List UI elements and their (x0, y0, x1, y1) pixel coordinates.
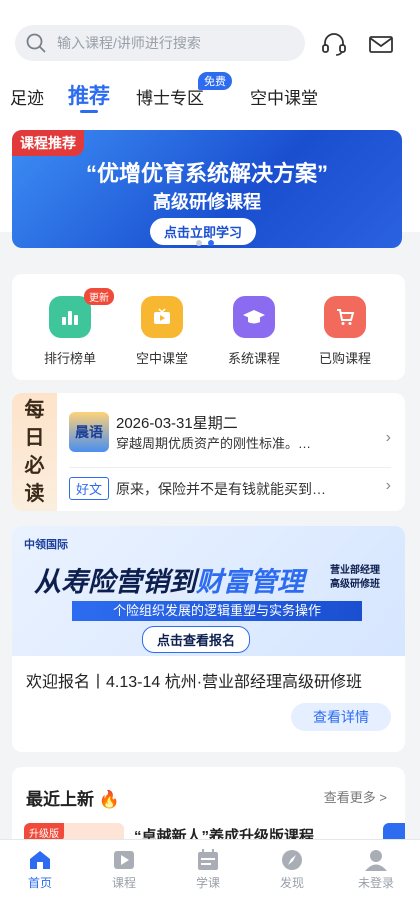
play-icon (111, 848, 137, 872)
divider (69, 467, 391, 468)
banner-subtitle: 高级研修课程 (153, 192, 261, 212)
nav-label: 学课 (195, 876, 220, 890)
daily-char: 读 (24, 483, 45, 505)
pagination-dot[interactable] (196, 240, 202, 246)
promo-banner[interactable]: 中领国际 从寿险营销到财富管理 营业部经理 高级研修班 个险组织发展的逻辑重塑与… (12, 526, 405, 656)
nav-label: 首页 (27, 876, 52, 890)
fire-icon: 🔥 (98, 790, 120, 809)
calendar-icon (195, 848, 221, 872)
course-banner[interactable]: 课程推荐 “优增优育系统解决方案” 高级研修课程 点击立即学习 (12, 130, 402, 248)
promo-strip: 个险组织发展的逻辑重塑与实务操作 (72, 601, 362, 621)
promo-card: 中领国际 从寿险营销到财富管理 营业部经理 高级研修班 个险组织发展的逻辑重塑与… (12, 526, 405, 752)
tab-recommended[interactable]: 推荐 (68, 80, 110, 110)
daily-char: 每 (24, 399, 45, 421)
daily-char: 必 (24, 455, 45, 477)
nav-login[interactable]: 未登录 (346, 848, 406, 891)
chevron-right-icon[interactable]: › (386, 477, 391, 495)
promo-description[interactable]: 欢迎报名丨4.13-14 杭州·营业部经理高级研修班 (26, 668, 362, 692)
promo-title-part1: 从寿险营销到 (34, 567, 196, 597)
nav-discover[interactable]: 发现 (262, 848, 322, 891)
mail-icon[interactable] (367, 30, 395, 58)
section-title: 最近上新 🔥 (26, 785, 120, 810)
quick-item-purchased[interactable]: 已购课程 (310, 296, 380, 367)
quick-item-air-classroom[interactable]: 空中课堂 (127, 296, 197, 367)
chevron-right-icon[interactable]: › (386, 429, 391, 447)
user-icon (363, 848, 389, 872)
nav-home[interactable]: 首页 (10, 848, 70, 891)
compass-icon (279, 848, 305, 872)
daily-summary[interactable]: 穿越周期优质资产的刚性标准。… (116, 433, 346, 452)
banner-tag: 课程推荐 (12, 130, 84, 156)
promo-title-highlight: 财富管理 (196, 567, 304, 597)
search-placeholder: 输入课程/讲师进行搜索 (57, 35, 201, 51)
cart-icon (324, 296, 366, 338)
bar-chart-icon (49, 296, 91, 338)
promo-side-line: 营业部经理 (330, 565, 380, 576)
morning-words-logo: 晨语 (69, 412, 109, 452)
home-icon (27, 848, 53, 872)
quick-item-system-course[interactable]: 系统课程 (219, 296, 289, 367)
pagination-dot-active[interactable] (208, 240, 214, 246)
quick-label: 系统课程 (227, 351, 280, 366)
tab-footprint[interactable]: 足迹 (10, 84, 44, 109)
update-badge: 更新 (84, 288, 114, 305)
view-more-link[interactable]: 查看更多 > (324, 787, 387, 806)
graduation-cap-icon (233, 296, 275, 338)
tab-doctor-zone[interactable]: 博士专区 (136, 84, 204, 109)
daily-date[interactable]: 2026-03-31星期二 (116, 412, 238, 433)
bottom-navigation: 首页 课程 学课 发现 未登录 (0, 839, 420, 897)
tab-air-classroom[interactable]: 空中课堂 (250, 84, 318, 109)
nav-courses[interactable]: 课程 (94, 848, 154, 891)
headset-icon[interactable] (320, 30, 348, 58)
active-tab-indicator (80, 110, 98, 113)
daily-reading-card: 每 日 必 读 晨语 2026-03-31星期二 穿越周期优质资产的刚性标准。…… (12, 393, 405, 511)
nav-label: 发现 (279, 876, 304, 890)
view-details-button[interactable]: 查看详情 (291, 703, 391, 731)
daily-char: 日 (24, 427, 45, 449)
daily-reading-label: 每 日 必 读 (12, 393, 57, 511)
quick-access-panel: 排行榜单 更新 空中课堂 系统课程 已购课程 (12, 274, 405, 380)
nav-label: 课程 (111, 876, 136, 890)
quick-item-ranking[interactable]: 排行榜单 (35, 296, 105, 367)
good-article-text[interactable]: 原来，保险并不是有钱就能买到… (116, 479, 356, 499)
nav-label: 未登录 (357, 876, 394, 890)
quick-label: 已购课程 (318, 351, 371, 366)
promo-brand: 中领国际 (24, 539, 68, 551)
banner-title: “优增优育系统解决方案” (85, 161, 328, 186)
good-article-badge: 好文 (69, 477, 110, 500)
promo-side-label: 营业部经理 高级研修班 (330, 564, 380, 592)
promo-title: 从寿险营销到财富管理 (34, 560, 304, 599)
quick-label: 排行榜单 (43, 351, 96, 366)
search-bar[interactable]: 输入课程/讲师进行搜索 (15, 25, 305, 61)
tv-icon (141, 296, 183, 338)
free-badge: 免费 (198, 72, 232, 90)
promo-cta-button[interactable]: 点击查看报名 (142, 626, 251, 653)
quick-label: 空中课堂 (135, 351, 188, 366)
nav-study[interactable]: 学课 (178, 848, 238, 891)
section-title-text: 最近上新 (26, 790, 94, 809)
banner-pagination (196, 240, 214, 246)
promo-side-line: 高级研修班 (330, 579, 380, 590)
search-icon (25, 32, 47, 54)
